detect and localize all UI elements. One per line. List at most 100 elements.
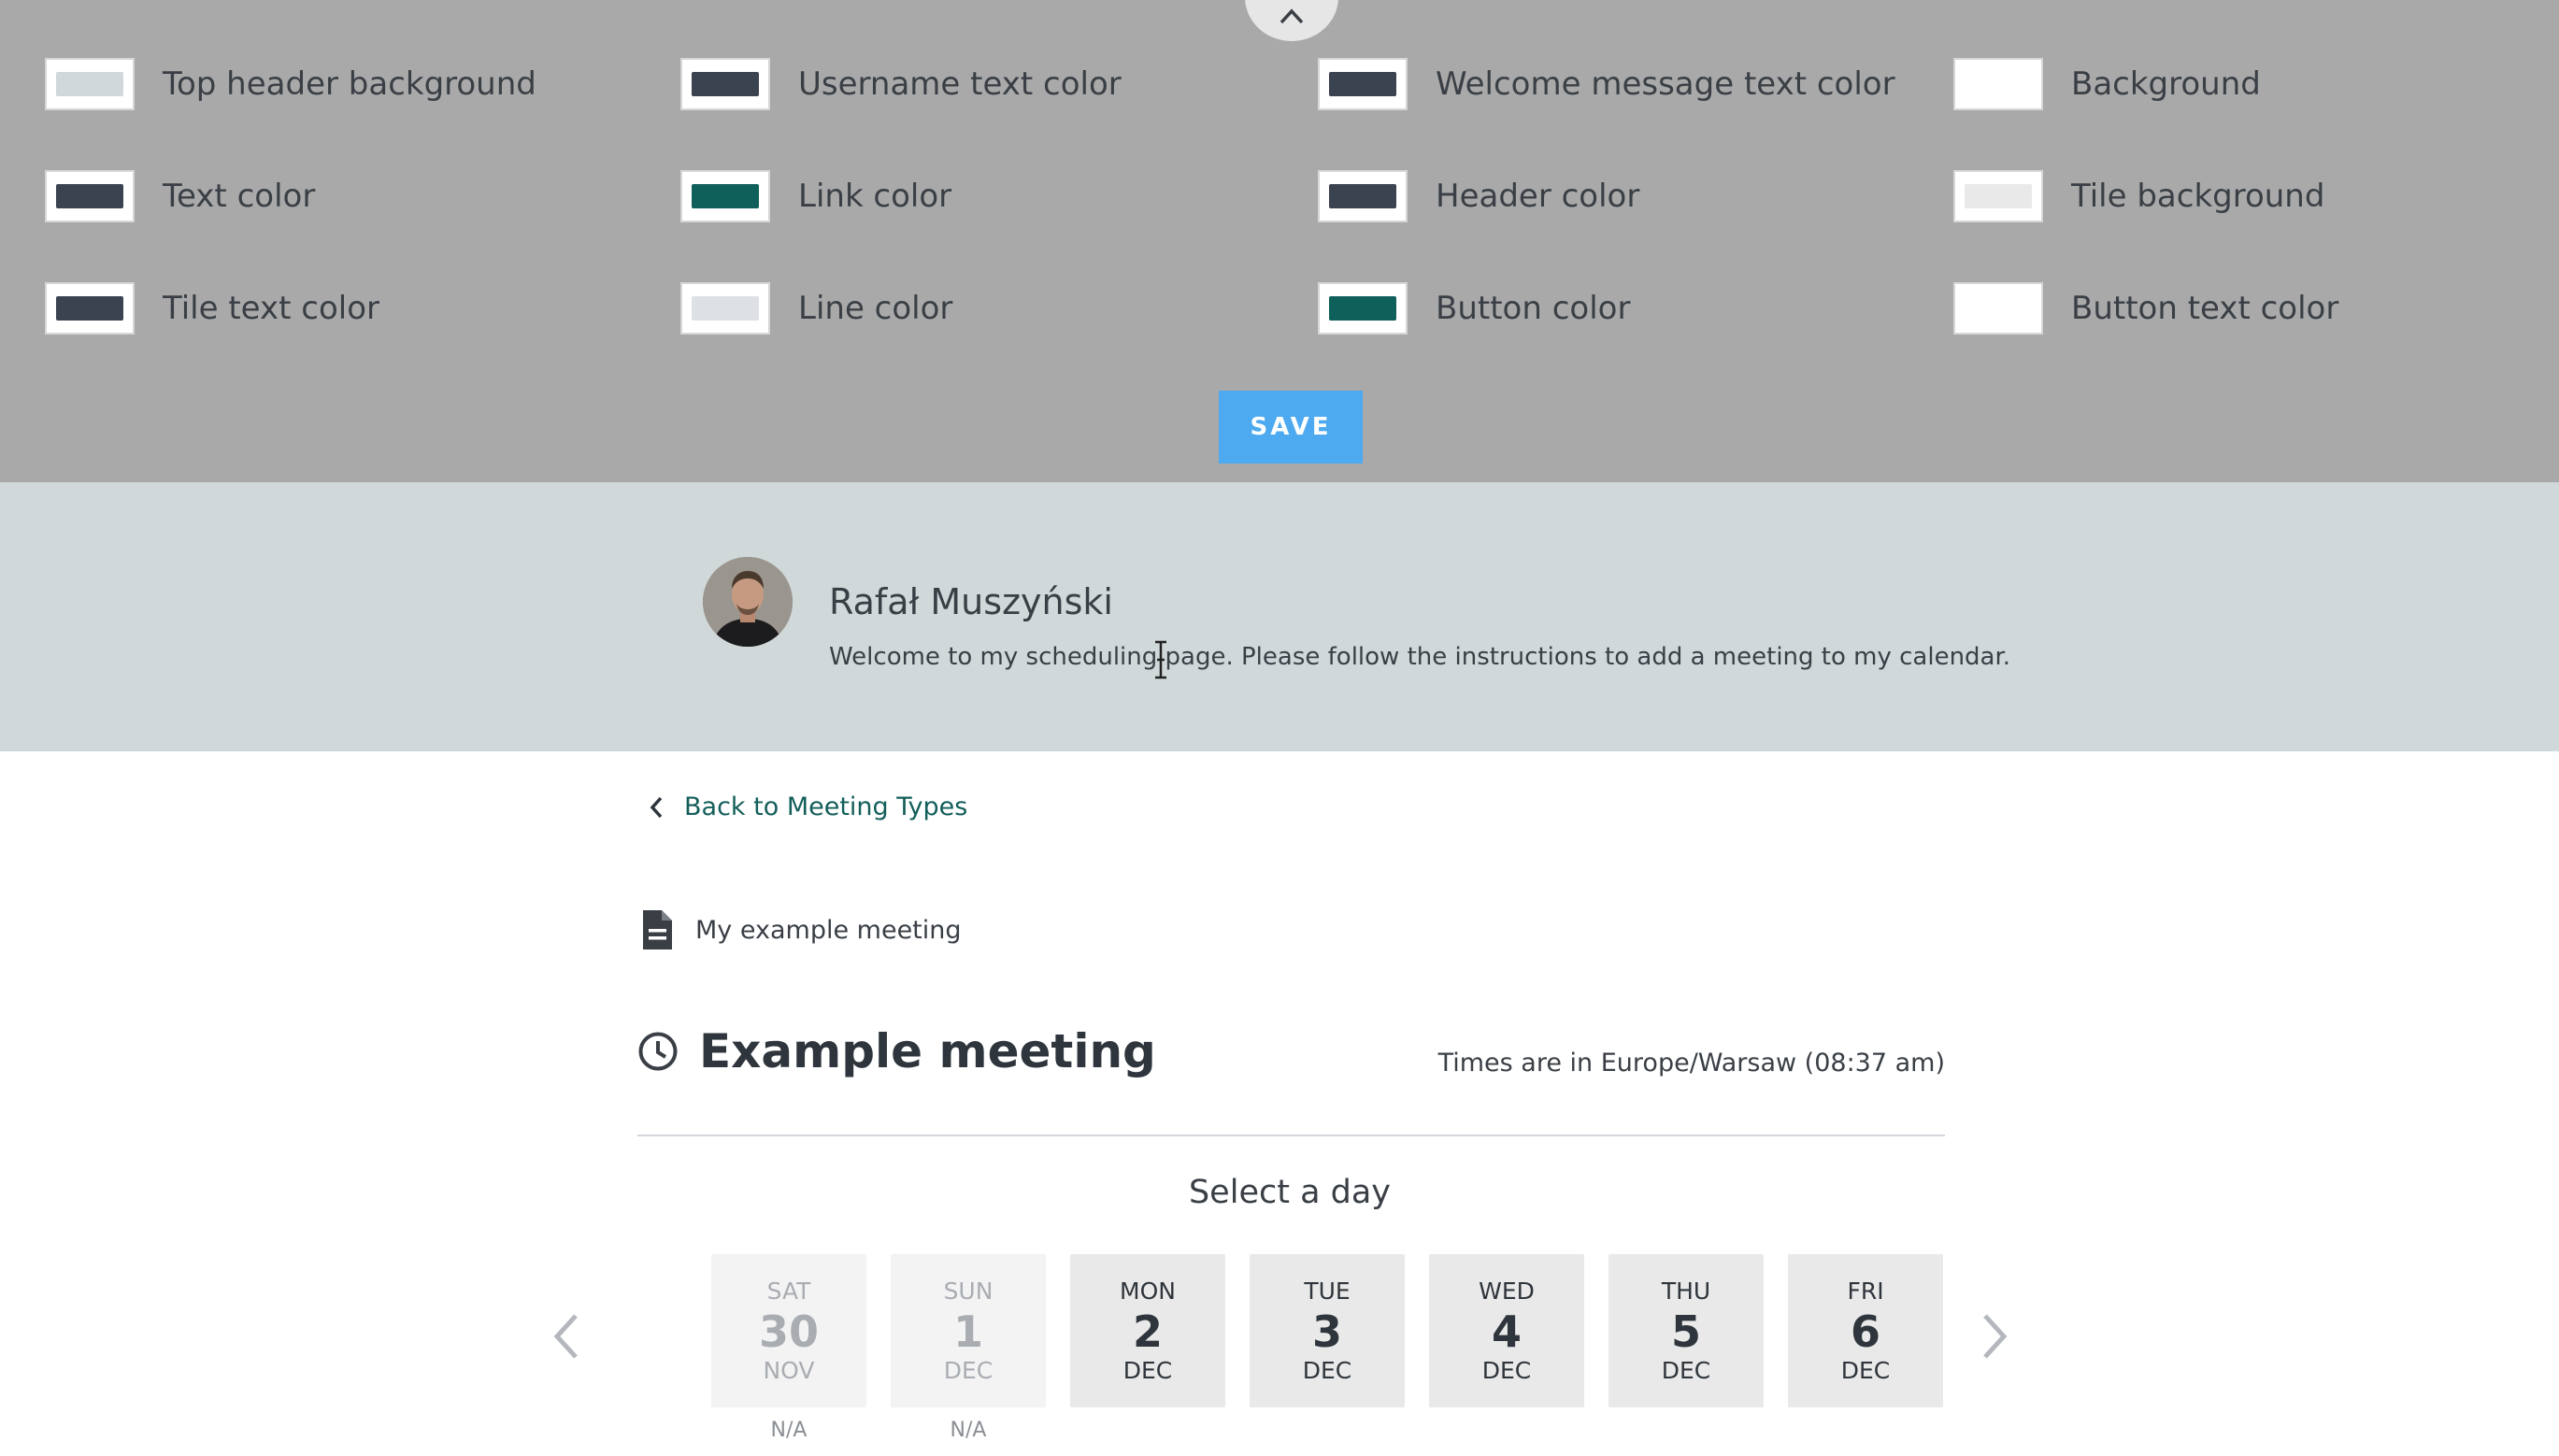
day-availability: N/A (950, 1419, 987, 1442)
day-number: 5 (1670, 1306, 1701, 1357)
back-to-meeting-types-link[interactable]: Back to Meeting Types (649, 792, 967, 821)
swatch-fill (1965, 184, 2032, 208)
color-option-label: Tile background (2071, 178, 2325, 215)
chevron-left-icon (650, 796, 663, 818)
day-tile-tue-3[interactable]: TUE 3 DEC (1250, 1254, 1405, 1407)
color-option-welcome-message-text-color[interactable]: Welcome message text color (1318, 58, 1895, 110)
day-of-week: TUE (1304, 1278, 1351, 1305)
swatch-fill (692, 72, 759, 96)
color-swatch[interactable] (1953, 282, 2043, 335)
day-month: DEC (1840, 1357, 1891, 1384)
color-swatch[interactable] (680, 58, 770, 110)
color-option-label: Top header background (163, 65, 536, 103)
welcome-message: Welcome to my scheduling page. Please fo… (829, 643, 2011, 671)
color-option-label: Line color (798, 290, 953, 327)
avatar (703, 557, 793, 647)
color-option-label: Welcome message text color (1436, 65, 1895, 103)
color-option-label: Header color (1436, 178, 1640, 215)
divider (637, 1135, 1945, 1136)
day-number: 2 (1132, 1306, 1163, 1357)
day-of-week: THU (1661, 1278, 1711, 1305)
day-of-week: WED (1479, 1278, 1535, 1305)
avatar-photo (703, 557, 793, 647)
color-swatch[interactable] (1318, 282, 1408, 335)
swatch-fill (1965, 72, 2032, 96)
color-swatch[interactable] (1318, 58, 1408, 110)
chevron-up-icon (1280, 8, 1304, 24)
swatch-fill (1965, 296, 2032, 321)
day-tile-thu-5[interactable]: THU 5 DEC (1608, 1254, 1764, 1407)
color-option-label: Link color (798, 178, 952, 215)
color-swatch[interactable] (45, 282, 135, 335)
color-option-label: Text color (163, 178, 316, 215)
profile-header: Rafał Muszyński Welcome to my scheduling… (0, 482, 2559, 751)
text-cursor-icon (1155, 640, 1166, 679)
swatch-fill (1329, 184, 1396, 208)
next-week-arrow-icon[interactable] (1981, 1312, 2008, 1361)
color-option-tile-background[interactable]: Tile background (1953, 170, 2324, 222)
color-swatch[interactable] (680, 170, 770, 222)
day-number: 6 (1850, 1306, 1880, 1357)
color-option-label: Background (2071, 65, 2261, 103)
day-number: 1 (952, 1306, 983, 1357)
color-option-tile-text-color[interactable]: Tile text color (45, 282, 379, 335)
day-month: DEC (1481, 1357, 1532, 1384)
color-option-label: Username text color (798, 65, 1122, 103)
color-option-background[interactable]: Background (1953, 58, 2261, 110)
meeting-type-row: My example meeting (639, 908, 962, 951)
color-option-label: Tile text color (163, 290, 379, 327)
day-tile-wed-4[interactable]: WED 4 DEC (1429, 1254, 1584, 1407)
color-option-button-text-color[interactable]: Button text color (1953, 282, 2338, 335)
day-tile-sun-1: SUN 1 DEC (891, 1254, 1046, 1407)
color-option-username-text-color[interactable]: Username text color (680, 58, 1122, 110)
color-option-button-color[interactable]: Button color (1318, 282, 1630, 335)
select-day-heading: Select a day (1188, 1174, 1392, 1211)
color-swatch[interactable] (1318, 170, 1408, 222)
day-number: 3 (1311, 1306, 1342, 1357)
color-swatch[interactable] (1953, 170, 2043, 222)
swatch-fill (56, 72, 123, 96)
clock-icon (638, 1032, 678, 1071)
day-month: DEC (1302, 1357, 1352, 1384)
meeting-title: Example meeting (699, 1024, 1156, 1078)
color-swatch[interactable] (1953, 58, 2043, 110)
color-option-link-color[interactable]: Link color (680, 170, 951, 222)
color-option-text-color[interactable]: Text color (45, 170, 315, 222)
day-tile-mon-2[interactable]: MON 2 DEC (1070, 1254, 1225, 1407)
color-swatch[interactable] (45, 58, 135, 110)
document-icon (643, 910, 672, 949)
swatch-fill (56, 184, 123, 208)
swatch-fill (692, 184, 759, 208)
swatch-fill (1329, 72, 1396, 96)
color-option-label: Button color (1436, 290, 1631, 327)
day-month: DEC (1661, 1357, 1711, 1384)
day-tile-sat-30: SAT 30 NOV (711, 1254, 866, 1407)
collapse-panel-button[interactable] (1245, 0, 1338, 41)
meeting-title-row: Example meeting (637, 1024, 1156, 1078)
meeting-type-label: My example meeting (695, 915, 962, 945)
day-of-week: MON (1120, 1278, 1176, 1305)
day-number: 30 (758, 1306, 819, 1357)
color-option-label: Button text color (2071, 290, 2339, 327)
swatch-fill (1329, 296, 1396, 321)
timezone-info: Times are in Europe/Warsaw (08:37 am) (1437, 1049, 1945, 1078)
color-swatch[interactable] (680, 282, 770, 335)
back-link-label: Back to Meeting Types (684, 792, 968, 821)
color-option-top-header-background[interactable]: Top header background (45, 58, 536, 110)
day-month: DEC (943, 1357, 994, 1384)
day-month: NOV (763, 1357, 815, 1384)
day-tile-fri-6[interactable]: FRI 6 DEC (1788, 1254, 1943, 1407)
color-customization-panel: Top header background Username text colo… (0, 0, 2559, 482)
color-option-header-color[interactable]: Header color (1318, 170, 1639, 222)
save-button[interactable]: SAVE (1219, 391, 1363, 464)
day-of-week: FRI (1847, 1278, 1884, 1305)
day-availability: N/A (770, 1419, 808, 1442)
swatch-fill (56, 296, 123, 321)
username: Rafał Muszyński (829, 581, 1113, 622)
day-number: 4 (1491, 1306, 1522, 1357)
color-swatch[interactable] (45, 170, 135, 222)
previous-week-arrow-icon[interactable] (553, 1312, 579, 1361)
day-month: DEC (1122, 1357, 1173, 1384)
color-option-line-color[interactable]: Line color (680, 282, 952, 335)
day-of-week: SUN (943, 1278, 994, 1305)
